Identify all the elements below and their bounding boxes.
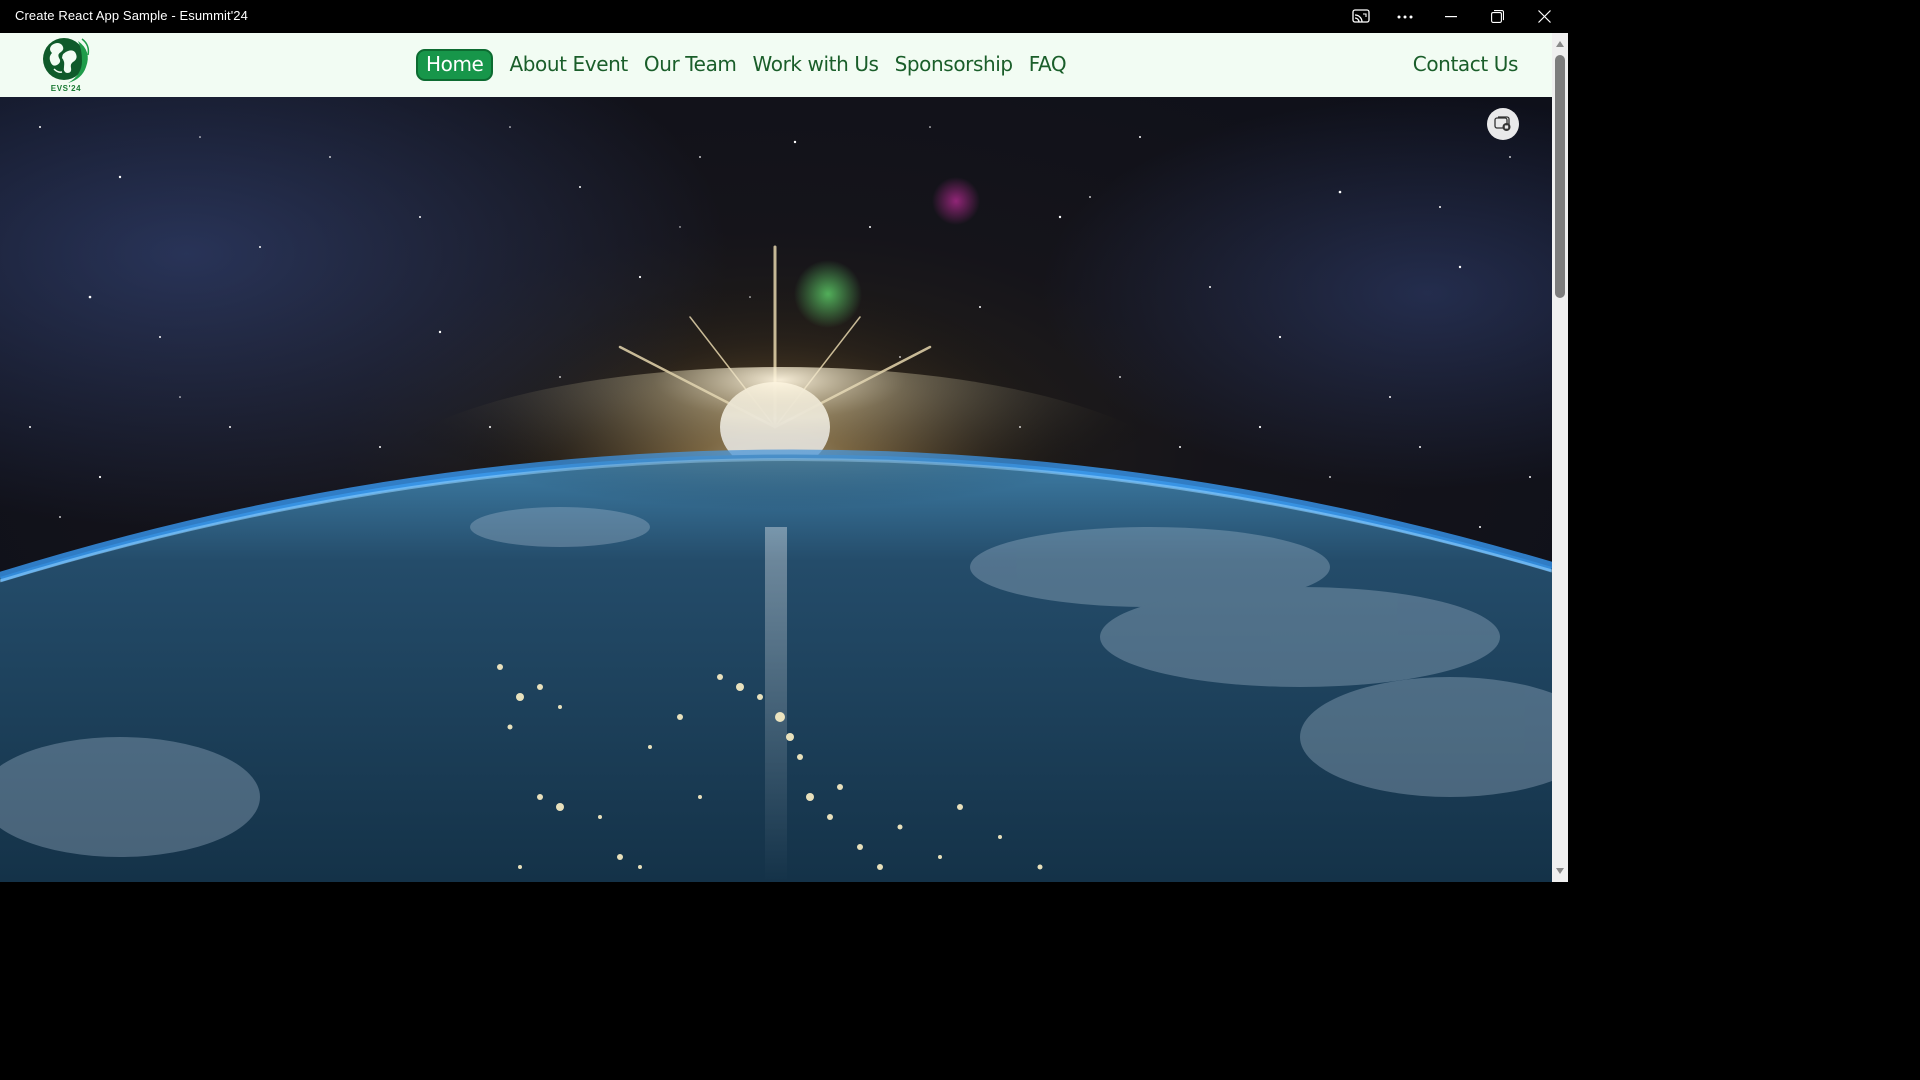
nav-links: Home About Event Our Team Work with Us S… (416, 49, 1074, 81)
picture-in-picture-button[interactable] (1487, 108, 1519, 140)
logo-caption: EVS'24 (50, 84, 82, 93)
nav-sponsorship[interactable]: Sponsorship (887, 49, 1021, 81)
chevron-up-icon (1556, 41, 1564, 47)
chevron-down-icon (1556, 868, 1564, 874)
site-logo[interactable]: EVS'24 (38, 35, 94, 95)
scroll-thumb[interactable] (1555, 55, 1565, 298)
picture-in-picture-icon (1494, 116, 1511, 131)
minimize-icon (1445, 15, 1457, 17)
nav-about-event[interactable]: About Event (501, 49, 635, 81)
more-options-button[interactable] (1382, 0, 1428, 33)
window-titlebar: Create React App Sample - Esummit'24 (0, 0, 1568, 33)
nav-home[interactable]: Home (416, 49, 494, 81)
nav-contact-us[interactable]: Contact Us (1413, 49, 1519, 80)
scroll-down-arrow[interactable] (1555, 866, 1565, 876)
restore-icon (1490, 10, 1504, 23)
nav-our-team[interactable]: Our Team (636, 49, 745, 81)
close-button[interactable] (1521, 0, 1567, 33)
site-navbar: EVS'24 Home About Event Our Team Work wi… (0, 33, 1552, 97)
hero-video[interactable] (0, 97, 1552, 882)
cast-icon (1352, 8, 1370, 23)
minimize-button[interactable] (1428, 0, 1474, 33)
globe-logo-icon (43, 38, 90, 83)
cast-button[interactable] (1338, 0, 1384, 33)
vertical-scrollbar[interactable] (1552, 33, 1568, 882)
window-title: Create React App Sample - Esummit'24 (15, 8, 248, 23)
scroll-up-arrow[interactable] (1555, 39, 1565, 49)
nav-faq[interactable]: FAQ (1021, 49, 1075, 81)
close-icon (1537, 10, 1551, 23)
restore-button[interactable] (1474, 0, 1520, 33)
more-options-icon (1397, 15, 1413, 18)
nav-work-with-us[interactable]: Work with Us (745, 49, 887, 81)
earth-sunrise-image (0, 97, 1552, 882)
